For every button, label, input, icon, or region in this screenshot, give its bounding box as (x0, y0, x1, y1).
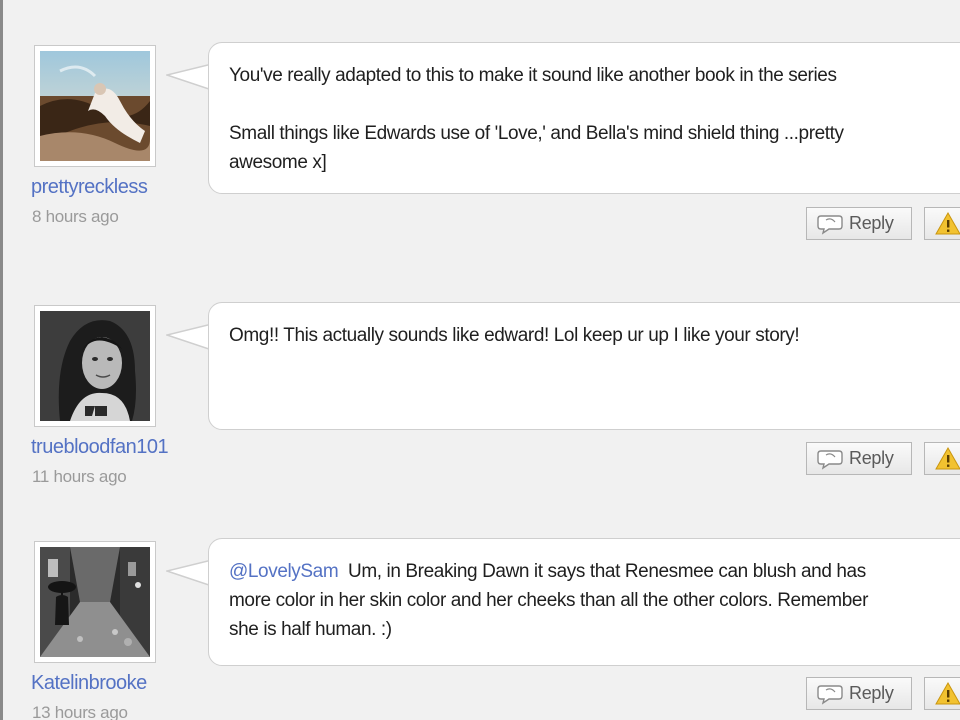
username-link[interactable]: truebloodfan101 (31, 436, 169, 459)
flag-button[interactable] (924, 442, 960, 475)
speech-bubble-icon (817, 684, 843, 705)
comments-page: prettyreckless 8 hours ago You've really… (0, 0, 960, 720)
comment-timestamp: 11 hours ago (32, 467, 127, 486)
mention-link[interactable]: @LovelySam (229, 561, 339, 582)
comment-bubble: @LovelySam Um, in Breaking Dawn it says … (208, 538, 960, 666)
avatar[interactable] (34, 541, 156, 663)
avatar-photo-portrait (40, 311, 150, 421)
reply-button[interactable]: Reply (806, 677, 912, 710)
comment-timestamp: 13 hours ago (32, 703, 128, 720)
avatar[interactable] (34, 305, 156, 427)
avatar-photo-rainy-street (40, 547, 150, 657)
speech-bubble-icon (817, 449, 843, 470)
comment-text: Omg!! This actually sounds like edward! … (229, 325, 800, 346)
reply-button[interactable]: Reply (806, 442, 912, 475)
bubble-tail (166, 323, 212, 351)
comment-item: Katelinbrooke 13 hours ago @LovelySam Um… (0, 0, 960, 720)
bubble-tail (166, 559, 212, 587)
reply-label: Reply (849, 683, 894, 703)
warning-icon (935, 681, 960, 705)
warning-icon (935, 446, 960, 470)
reply-label: Reply (849, 448, 894, 468)
username-link[interactable]: Katelinbrooke (31, 672, 147, 695)
comment-bubble: Omg!! This actually sounds like edward! … (208, 302, 960, 430)
flag-button[interactable] (924, 677, 960, 710)
